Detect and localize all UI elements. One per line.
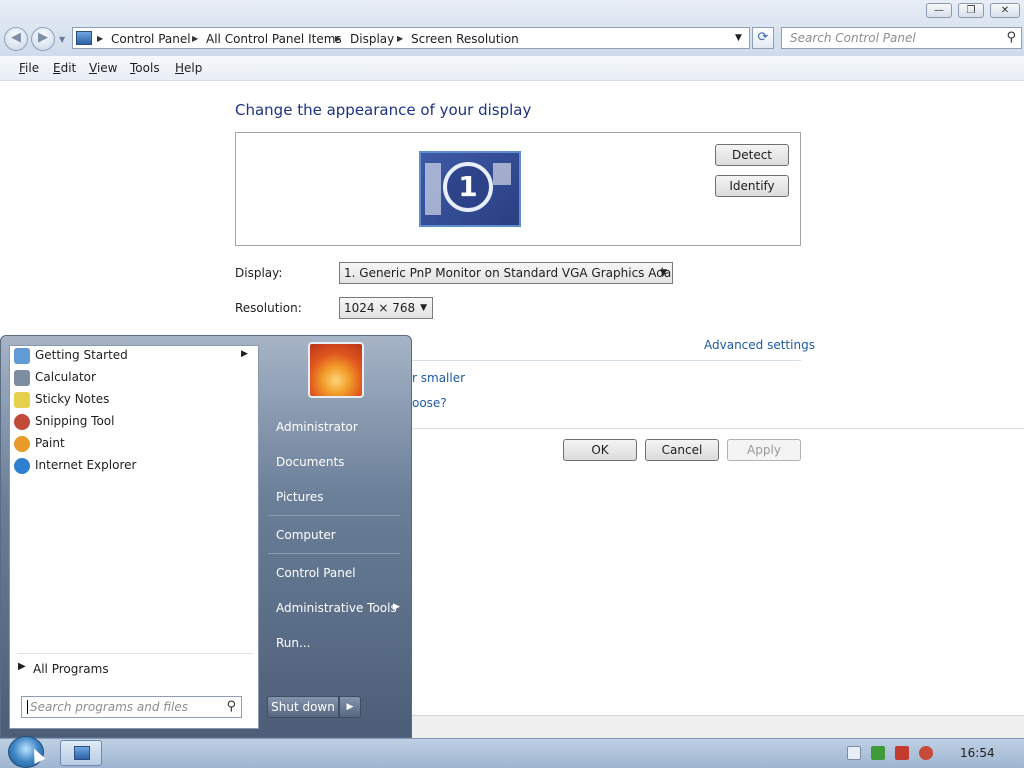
chevron-right-icon: ▶ (18, 661, 26, 672)
breadcrumb-separator-icon[interactable]: ▶ (397, 32, 403, 46)
menu-tools[interactable]: Tools (130, 61, 160, 75)
divider (268, 553, 400, 554)
resolution-value: 1024 × 768 (344, 301, 416, 315)
breadcrumb-separator-icon[interactable]: ▶ (97, 32, 103, 46)
divider (412, 428, 1024, 429)
divider (412, 360, 801, 361)
back-button[interactable]: ◀ (4, 27, 28, 51)
item-label: Paint (35, 436, 65, 450)
search-input[interactable]: Search Control Panel ⚲ (781, 27, 1022, 49)
breadcrumb-all-items[interactable]: All Control Panel Items (206, 32, 342, 46)
volume-muted-icon[interactable] (919, 746, 933, 760)
breadcrumb-separator-icon[interactable]: ▶ (192, 32, 198, 46)
notification-icon[interactable] (847, 746, 861, 760)
detect-button[interactable]: Detect (715, 144, 789, 166)
shutdown-options-arrow-icon[interactable]: ▶ (339, 696, 361, 718)
item-label: Administrative Tools (276, 601, 397, 615)
start-search-input[interactable]: Search programs and files ⚲ (21, 696, 242, 718)
shutdown-button[interactable]: Shut down (267, 696, 339, 718)
chevron-right-icon: ▶ (241, 349, 248, 359)
start-right-administrator[interactable]: Administrator (276, 420, 358, 434)
start-item-getting-started[interactable]: Getting Started ▶ (12, 346, 256, 366)
item-label: Sticky Notes (35, 392, 110, 406)
menu-edit[interactable]: Edit (53, 61, 76, 75)
action-center-icon[interactable] (871, 746, 885, 760)
text-size-link[interactable]: r smaller (412, 371, 465, 385)
getting-started-icon (14, 348, 30, 364)
start-item-snipping-tool[interactable]: Snipping Tool (12, 412, 256, 432)
monitor-number: 1 (458, 170, 478, 203)
address-dropdown-icon[interactable]: ▼ (735, 33, 742, 43)
start-right-run[interactable]: Run... (276, 636, 310, 650)
recent-pages-dropdown-icon[interactable]: ▼ (59, 35, 65, 44)
chevron-down-icon: ▼ (420, 303, 427, 313)
close-button[interactable]: ✕ (990, 3, 1020, 18)
display-value: 1. Generic PnP Monitor on Standard VGA G… (344, 266, 673, 280)
minimize-button[interactable]: — (926, 3, 952, 18)
start-right-administrative-tools[interactable]: Administrative Tools ▶ (276, 601, 400, 615)
display-label: Display: (235, 266, 283, 280)
title-bar (0, 0, 1024, 24)
internet-explorer-icon (14, 458, 30, 474)
start-item-paint[interactable]: Paint (12, 434, 256, 454)
chevron-down-icon: ▼ (660, 268, 667, 278)
sticky-notes-icon (14, 392, 30, 408)
address-bar[interactable]: ▶ Control Panel ▶ All Control Panel Item… (72, 27, 750, 49)
all-programs-button[interactable]: All Programs (33, 662, 109, 676)
breadcrumb-control-panel[interactable]: Control Panel (111, 32, 191, 46)
item-label: Getting Started (35, 348, 128, 362)
start-item-sticky-notes[interactable]: Sticky Notes (12, 390, 256, 410)
user-avatar[interactable] (308, 342, 364, 398)
forward-button[interactable]: ▶ (31, 27, 55, 51)
breadcrumb-screen-resolution[interactable]: Screen Resolution (411, 32, 519, 46)
taskbar-clock[interactable]: 16:54 (960, 746, 995, 760)
menu-file[interactable]: File (19, 61, 39, 75)
item-label: Calculator (35, 370, 96, 384)
cancel-button[interactable]: Cancel (645, 439, 719, 461)
maximize-button[interactable]: ❐ (958, 3, 984, 18)
item-label: Internet Explorer (35, 458, 137, 472)
window-preview (493, 163, 511, 185)
calculator-icon (14, 370, 30, 386)
search-icon[interactable]: ⚲ (226, 699, 236, 714)
monitor-1-preview[interactable]: 1 (419, 151, 521, 227)
resolution-dropdown[interactable]: 1024 × 768 ▼ (339, 297, 433, 319)
network-icon[interactable] (895, 746, 909, 760)
apply-button[interactable]: Apply (727, 439, 801, 461)
taskbar-preview (425, 163, 441, 215)
divider (268, 515, 400, 516)
start-item-internet-explorer[interactable]: Internet Explorer (12, 456, 256, 476)
search-placeholder: Search Control Panel (790, 31, 916, 45)
divider (17, 653, 253, 654)
snipping-tool-icon (14, 414, 30, 430)
monitor-number-circle: 1 (443, 162, 493, 212)
start-right-pictures[interactable]: Pictures (276, 490, 324, 504)
display-settings-help-link[interactable]: oose? (412, 396, 447, 410)
text-cursor (27, 700, 28, 714)
start-right-computer[interactable]: Computer (276, 528, 336, 542)
paint-icon (14, 436, 30, 452)
page-title: Change the appearance of your display (235, 101, 532, 119)
control-panel-icon (74, 746, 90, 760)
breadcrumb-display[interactable]: Display (350, 32, 394, 46)
item-label: Snipping Tool (35, 414, 115, 428)
refresh-button[interactable]: ⟳ (752, 27, 774, 49)
ok-button[interactable]: OK (563, 439, 637, 461)
display-dropdown[interactable]: 1. Generic PnP Monitor on Standard VGA G… (339, 262, 673, 284)
start-right-control-panel[interactable]: Control Panel (276, 566, 356, 580)
chevron-right-icon: ▶ (393, 602, 400, 612)
control-panel-icon (76, 31, 92, 45)
start-search-placeholder: Search programs and files (30, 700, 188, 714)
resolution-label: Resolution: (235, 301, 302, 315)
breadcrumb-separator-icon[interactable]: ▶ (335, 32, 341, 46)
identify-button[interactable]: Identify (715, 175, 789, 197)
start-right-documents[interactable]: Documents (276, 455, 344, 469)
menu-view[interactable]: View (89, 61, 117, 75)
search-icon[interactable]: ⚲ (1006, 30, 1016, 45)
status-bar (412, 715, 1024, 739)
advanced-settings-link[interactable]: Advanced settings (704, 338, 815, 352)
start-item-calculator[interactable]: Calculator (12, 368, 256, 388)
menu-help[interactable]: Help (175, 61, 202, 75)
taskbar-control-panel-button[interactable] (60, 740, 102, 766)
